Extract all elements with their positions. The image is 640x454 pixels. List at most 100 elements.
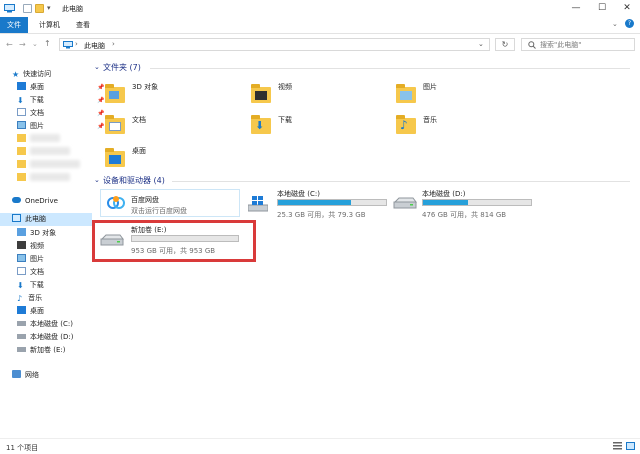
drive-c-item[interactable]: 本地磁盘 (C:) 25.3 GB 可用，共 79.3 GB — [245, 188, 390, 220]
nav-network[interactable]: 网络 — [12, 369, 39, 382]
folder-3d-objects[interactable]: 3D 对象 — [105, 82, 235, 106]
address-dropdown-icon[interactable]: ⌄ — [478, 40, 484, 48]
navigation-pane: ★ 快速访问 桌面 📌 ⬇ 下载 📌 文档 📌 图片 📌 OneDrive 此电脑 3D 对… — [0, 58, 104, 438]
item-label: 图片 — [423, 83, 437, 91]
quick-access-dropdown-icon[interactable]: ▾ — [47, 4, 51, 12]
nav-documents[interactable]: 文档 — [17, 266, 44, 279]
blurred-label — [30, 173, 70, 181]
maximize-button[interactable]: ☐ — [594, 2, 610, 14]
up-icon[interactable]: ↑ — [44, 39, 51, 48]
nav-quick-downloads[interactable]: ⬇ 下载 📌 — [17, 94, 104, 107]
nav-music[interactable]: ♪ 音乐 — [17, 292, 42, 305]
download-icon: ⬇ — [255, 119, 265, 132]
picture-icon — [400, 91, 412, 100]
folder-documents[interactable]: 文档 — [105, 113, 235, 137]
pin-icon[interactable]: 📌 — [97, 107, 104, 120]
nav-quick-documents[interactable]: 文档 📌 — [17, 107, 104, 120]
drive-e-item[interactable]: 新加卷 (E:) 953 GB 可用，共 953 GB — [98, 224, 243, 256]
nav-videos[interactable]: 视频 — [17, 240, 44, 253]
computer-icon — [4, 4, 15, 13]
baidu-netdisk-icon — [107, 196, 125, 209]
address-bar[interactable]: › 此电脑 › ⌄ — [59, 38, 490, 51]
cube-icon — [109, 91, 119, 99]
quick-access-folder-icon[interactable] — [35, 4, 44, 13]
folder-downloads[interactable]: ⬇ 下载 — [251, 113, 381, 137]
help-icon[interactable]: ? — [625, 19, 634, 28]
computer-icon — [63, 41, 73, 49]
drive-icon — [393, 197, 417, 209]
tab-view[interactable]: 查看 — [69, 17, 97, 33]
nav-blurred-folder[interactable] — [17, 159, 80, 172]
minimize-button[interactable]: — — [568, 2, 584, 14]
folders-group-header[interactable]: 文件夹 (7) — [103, 62, 141, 73]
nav-drive-d[interactable]: 本地磁盘 (D:) — [17, 331, 73, 344]
drive-d-usage-fill — [423, 200, 469, 205]
nav-blurred-folder[interactable] — [17, 146, 70, 159]
breadcrumb-chevron-icon[interactable]: › — [75, 40, 78, 48]
baidu-netdisk-item[interactable]: 百度网盘 双击运行百度网盘 — [100, 189, 240, 217]
nav-3d-objects[interactable]: 3D 对象 — [17, 227, 56, 240]
quick-access-properties-icon[interactable] — [23, 4, 32, 13]
nav-label: 下载 — [29, 281, 44, 289]
nav-blurred-folder[interactable] — [17, 133, 60, 146]
nav-quick-desktop[interactable]: 桌面 📌 — [17, 81, 104, 94]
windows-drive-icon — [248, 196, 268, 212]
picture-icon — [17, 121, 26, 129]
tab-file[interactable]: 文件 — [0, 17, 28, 33]
pin-icon[interactable]: 📌 — [97, 81, 104, 94]
picture-icon — [17, 254, 26, 262]
nav-drive-e[interactable]: 新加卷 (E:) — [17, 344, 65, 357]
search-input[interactable] — [540, 40, 630, 50]
item-label: 视频 — [278, 83, 292, 91]
folder-pictures[interactable]: 图片 — [396, 82, 526, 106]
nav-downloads[interactable]: ⬇ 下载 — [17, 279, 44, 292]
drive-c-usage-bar — [277, 199, 387, 206]
drive-d-item[interactable]: 本地磁盘 (D:) 476 GB 可用，共 814 GB — [390, 188, 535, 220]
drive-e-sub: 953 GB 可用，共 953 GB — [131, 247, 216, 255]
pin-icon[interactable]: 📌 — [97, 120, 104, 133]
breadcrumb-this-pc[interactable]: 此电脑 — [84, 41, 105, 51]
item-label: 文档 — [132, 116, 146, 124]
nav-this-pc[interactable]: 此电脑 — [0, 213, 92, 226]
breadcrumb-chevron-icon[interactable]: › — [112, 40, 115, 48]
search-icon — [528, 41, 536, 49]
refresh-button[interactable]: ↻ — [495, 38, 515, 51]
nav-onedrive[interactable]: OneDrive — [12, 195, 90, 208]
recent-dropdown-icon[interactable]: ⌄ — [32, 40, 38, 48]
drive-icon — [17, 321, 26, 326]
folder-icon: ⬇ — [251, 115, 271, 134]
drive-d-sub: 476 GB 可用，共 814 GB — [422, 211, 507, 219]
folder-videos[interactable]: 视频 — [251, 82, 381, 106]
search-box[interactable] — [521, 38, 635, 51]
forward-icon[interactable]: → — [19, 40, 26, 49]
folder-desktop[interactable]: 桌面 — [105, 146, 235, 170]
nav-label: 本地磁盘 (D:) — [30, 333, 74, 341]
large-icons-view-icon[interactable] — [626, 442, 635, 450]
title-bar: ▾ 此电脑 — ☐ ✕ — [0, 0, 640, 17]
nav-desktop[interactable]: 桌面 — [17, 305, 44, 318]
blurred-label — [30, 147, 70, 155]
folder-icon — [251, 84, 271, 103]
devices-group-header[interactable]: 设备和驱动器 (4) — [103, 175, 165, 186]
nav-quick-access[interactable]: ★ 快速访问 — [12, 68, 90, 81]
collapse-devices-icon[interactable]: ⌄ — [94, 176, 100, 184]
item-label: 3D 对象 — [132, 83, 159, 91]
download-icon: ⬇ — [17, 281, 24, 290]
collapse-folders-icon[interactable]: ⌄ — [94, 63, 100, 71]
nav-label: 快速访问 — [23, 70, 52, 78]
folder-music[interactable]: ♪ 音乐 — [396, 113, 526, 137]
pin-icon[interactable]: 📌 — [97, 94, 104, 107]
close-button[interactable]: ✕ — [619, 2, 635, 14]
back-icon[interactable]: ← — [6, 40, 13, 49]
nav-blurred-folder[interactable] — [17, 172, 70, 185]
details-view-icon[interactable] — [613, 442, 622, 450]
document-icon — [17, 267, 26, 275]
nav-drive-c[interactable]: 本地磁盘 (C:) — [17, 318, 73, 331]
nav-label: 本地磁盘 (C:) — [30, 320, 73, 328]
nav-pictures[interactable]: 图片 — [17, 253, 44, 266]
tab-computer[interactable]: 计算机 — [32, 17, 67, 33]
drive-icon — [17, 347, 26, 352]
ribbon-expand-icon[interactable]: ⌄ — [612, 20, 618, 28]
nav-quick-pictures[interactable]: 图片 📌 — [17, 120, 104, 133]
drive-c-name: 本地磁盘 (C:) — [277, 190, 320, 198]
